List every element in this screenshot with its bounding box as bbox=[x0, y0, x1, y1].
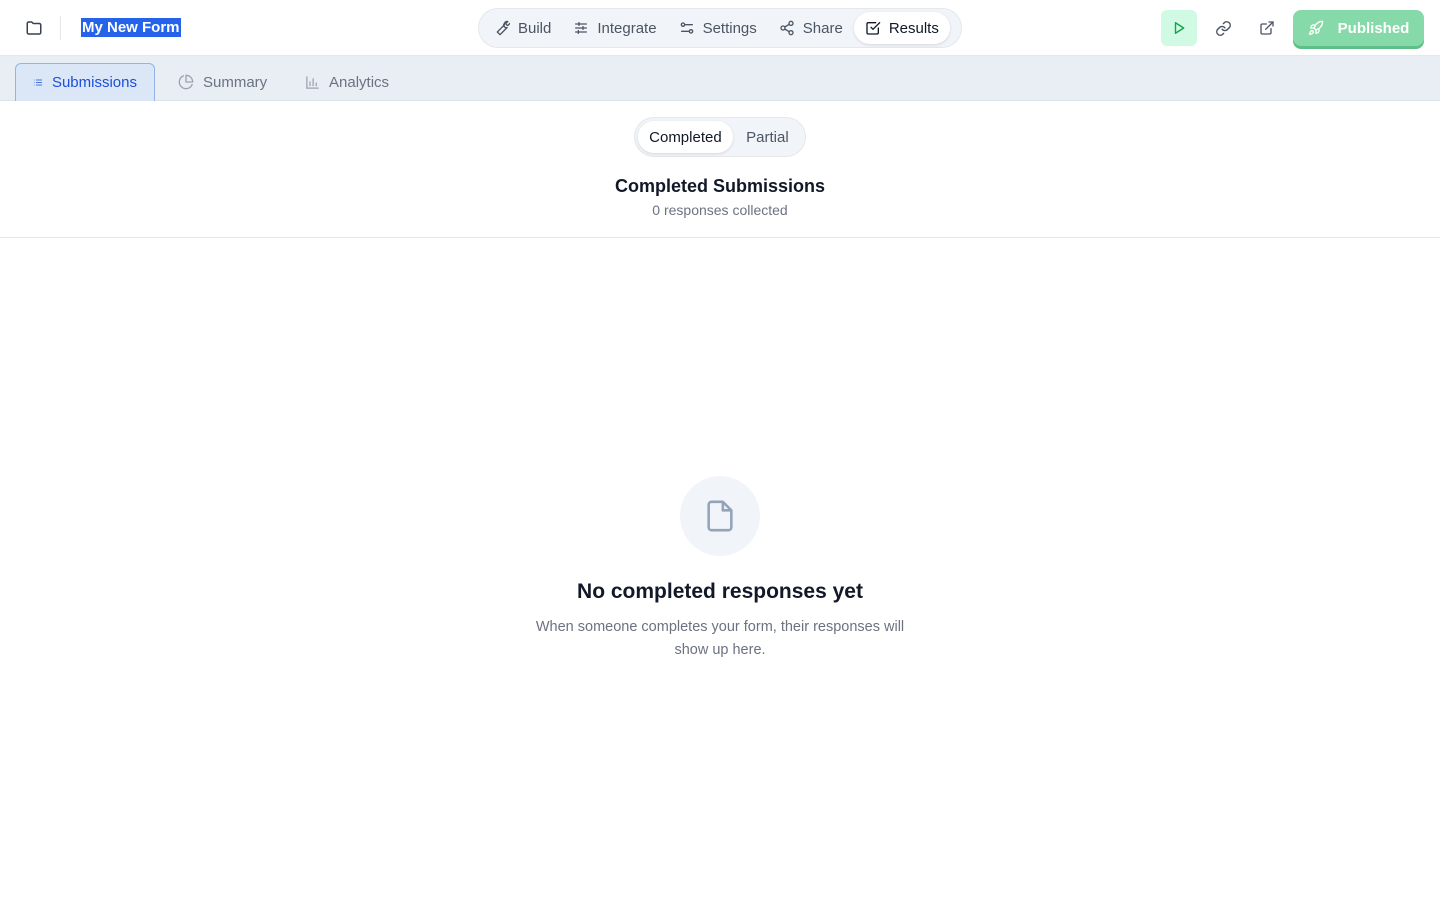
checkbox-icon bbox=[866, 22, 881, 35]
link-icon bbox=[1215, 20, 1231, 36]
tab-analytics-label: Analytics bbox=[329, 73, 390, 91]
nav-results-label: Results bbox=[888, 19, 939, 37]
nav-build[interactable]: Build bbox=[483, 12, 562, 44]
external-link-icon bbox=[1260, 21, 1274, 35]
results-title: Completed Submissions bbox=[614, 176, 826, 196]
wrench-icon bbox=[496, 20, 510, 36]
nav-build-label: Build bbox=[518, 19, 552, 37]
empty-state-icon bbox=[680, 476, 760, 556]
settings-icon bbox=[680, 22, 693, 34]
results-subtabs: Submissions Summary Analytics bbox=[0, 56, 1440, 101]
play-icon bbox=[1174, 22, 1185, 34]
divider bbox=[0, 237, 1440, 238]
form-title-input[interactable]: My New Form bbox=[81, 18, 181, 37]
top-bar: My New Form Build Integrate Settings Sha… bbox=[0, 0, 1440, 56]
rocket-icon bbox=[1308, 20, 1323, 35]
nav-settings-label: Settings bbox=[702, 19, 757, 37]
nav-settings[interactable]: Settings bbox=[668, 12, 768, 44]
completion-toggle: Completed Partial bbox=[634, 117, 806, 157]
divider bbox=[60, 16, 61, 40]
bar-chart-icon bbox=[306, 75, 319, 89]
toggle-partial[interactable]: Partial bbox=[733, 121, 802, 153]
open-external-button[interactable] bbox=[1252, 13, 1282, 43]
nav-integrate[interactable]: Integrate bbox=[562, 12, 667, 44]
tab-submissions[interactable]: Submissions bbox=[15, 63, 155, 101]
tab-analytics[interactable]: Analytics bbox=[288, 63, 406, 101]
main-nav: Build Integrate Settings Share Results bbox=[478, 8, 962, 48]
empty-state-title: No completed responses yet bbox=[577, 580, 863, 603]
sliders-icon bbox=[575, 22, 588, 34]
nav-integrate-label: Integrate bbox=[597, 19, 657, 37]
empty-state-description: When someone completes your form, their … bbox=[535, 619, 905, 658]
preview-button[interactable] bbox=[1161, 10, 1197, 46]
nav-share-label: Share bbox=[802, 19, 843, 37]
nav-share[interactable]: Share bbox=[768, 12, 854, 44]
document-icon bbox=[707, 500, 733, 532]
published-button[interactable]: Published bbox=[1293, 10, 1424, 46]
tab-summary[interactable]: Summary bbox=[161, 63, 284, 101]
folder-icon bbox=[26, 21, 42, 35]
tab-summary-label: Summary bbox=[203, 73, 268, 91]
published-label: Published bbox=[1337, 19, 1410, 37]
toggle-completed[interactable]: Completed bbox=[638, 121, 733, 153]
folder-button[interactable] bbox=[20, 14, 48, 42]
copy-link-button[interactable] bbox=[1208, 13, 1238, 43]
nav-results[interactable]: Results bbox=[853, 12, 950, 44]
tab-submissions-label: Submissions bbox=[51, 74, 137, 91]
list-icon bbox=[33, 79, 43, 86]
responses-count: 0 responses collected bbox=[652, 202, 788, 218]
pie-icon bbox=[178, 74, 194, 90]
share-icon bbox=[780, 20, 794, 36]
